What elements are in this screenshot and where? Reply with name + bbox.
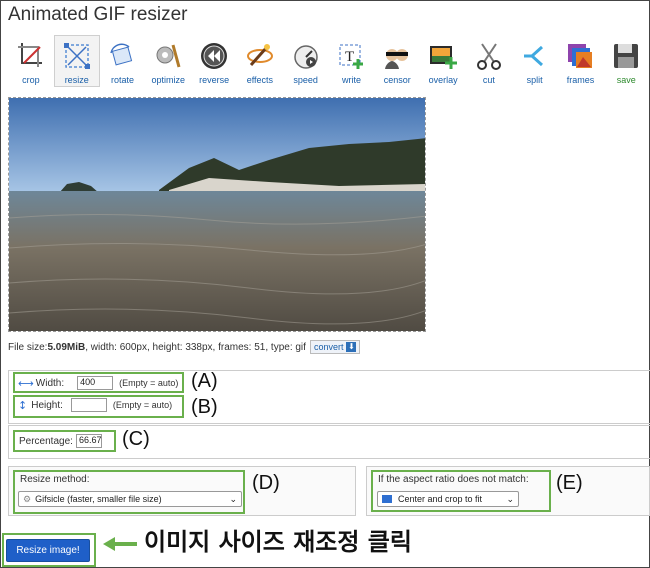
page-title: Animated GIF resizer	[8, 4, 188, 25]
annotation-e: (E)	[556, 472, 583, 494]
toolbar: crop resize rotate optimize reverse effe…	[8, 35, 649, 87]
tool-label: write	[341, 75, 361, 85]
annotation-b: (B)	[191, 396, 218, 418]
cut-icon	[471, 38, 507, 74]
height-highlight-box	[13, 395, 184, 418]
tool-label: rotate	[110, 75, 134, 85]
gif-preview-image	[8, 97, 426, 332]
file-info-prefix: File size:	[8, 341, 48, 353]
tool-split[interactable]: split	[512, 35, 558, 87]
tool-label: overlay	[428, 75, 458, 85]
method-highlight-box	[13, 470, 245, 514]
censor-icon	[379, 38, 415, 74]
file-size: 5.09MiB	[47, 341, 86, 353]
tool-cut[interactable]: cut	[466, 35, 512, 87]
tool-crop[interactable]: crop	[8, 35, 54, 87]
reverse-icon	[196, 38, 232, 74]
percentage-highlight-box	[13, 430, 116, 452]
tool-overlay[interactable]: overlay	[420, 35, 466, 87]
tool-write[interactable]: T write	[329, 35, 375, 87]
tool-label: frames	[566, 75, 595, 85]
tool-label: split	[526, 75, 543, 85]
convert-button[interactable]: convert ⬇	[309, 340, 361, 354]
annotation-a: (A)	[191, 370, 218, 392]
tool-rotate[interactable]: rotate	[100, 35, 146, 87]
annotation-c: (C)	[122, 428, 150, 450]
tool-label: save	[616, 75, 636, 85]
tool-label: reverse	[199, 75, 230, 85]
effects-icon	[242, 38, 278, 74]
tool-frames[interactable]: frames	[558, 35, 604, 87]
tool-label: optimize	[151, 75, 186, 85]
tool-label: cut	[482, 75, 495, 85]
optimize-icon	[150, 38, 186, 74]
tool-label: speed	[293, 75, 318, 85]
tool-effects[interactable]: effects	[237, 35, 283, 87]
aspect-highlight-box	[371, 470, 551, 512]
overlay-icon	[425, 38, 461, 74]
annotation-d: (D)	[252, 472, 280, 494]
tool-label: effects	[246, 75, 274, 85]
file-details: , width: 600px, height: 338px, frames: 5…	[85, 341, 306, 353]
tool-reverse[interactable]: reverse	[191, 35, 237, 87]
arrow-left-icon	[103, 536, 137, 555]
file-info: File size: 5.09MiB , width: 600px, heigh…	[8, 340, 361, 354]
rotate-icon	[104, 38, 140, 74]
tool-resize[interactable]: resize	[53, 35, 100, 87]
tool-label: resize	[64, 75, 89, 85]
tool-save[interactable]: save	[603, 35, 649, 87]
speed-icon	[288, 38, 324, 74]
resize-icon	[59, 38, 95, 74]
tool-optimize[interactable]: optimize	[145, 35, 191, 87]
tool-speed[interactable]: speed	[283, 35, 329, 87]
tool-label: censor	[383, 75, 411, 85]
frames-icon	[562, 38, 598, 74]
resize-image-button[interactable]: Resize image!	[6, 539, 90, 562]
tool-censor[interactable]: censor	[374, 35, 420, 87]
download-icon: ⬇	[346, 342, 357, 352]
click-instruction-text: 이미지 사이즈 재조정 클릭	[144, 528, 412, 556]
split-icon	[517, 38, 553, 74]
write-icon: T	[333, 38, 369, 74]
crop-icon	[13, 38, 49, 74]
svg-text:T: T	[345, 49, 354, 65]
save-icon	[608, 38, 644, 74]
tool-label: crop	[22, 75, 40, 85]
convert-label: convert	[313, 342, 344, 352]
width-highlight-box	[13, 372, 184, 393]
